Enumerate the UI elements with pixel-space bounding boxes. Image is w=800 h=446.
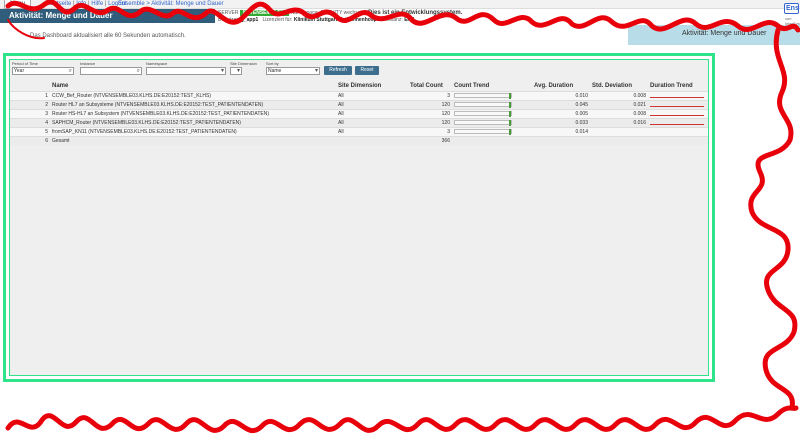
red-scribble-annotation [5,0,800,434]
app-window: Menu Startseite | Info | Hilfe | Logout … [0,0,800,446]
